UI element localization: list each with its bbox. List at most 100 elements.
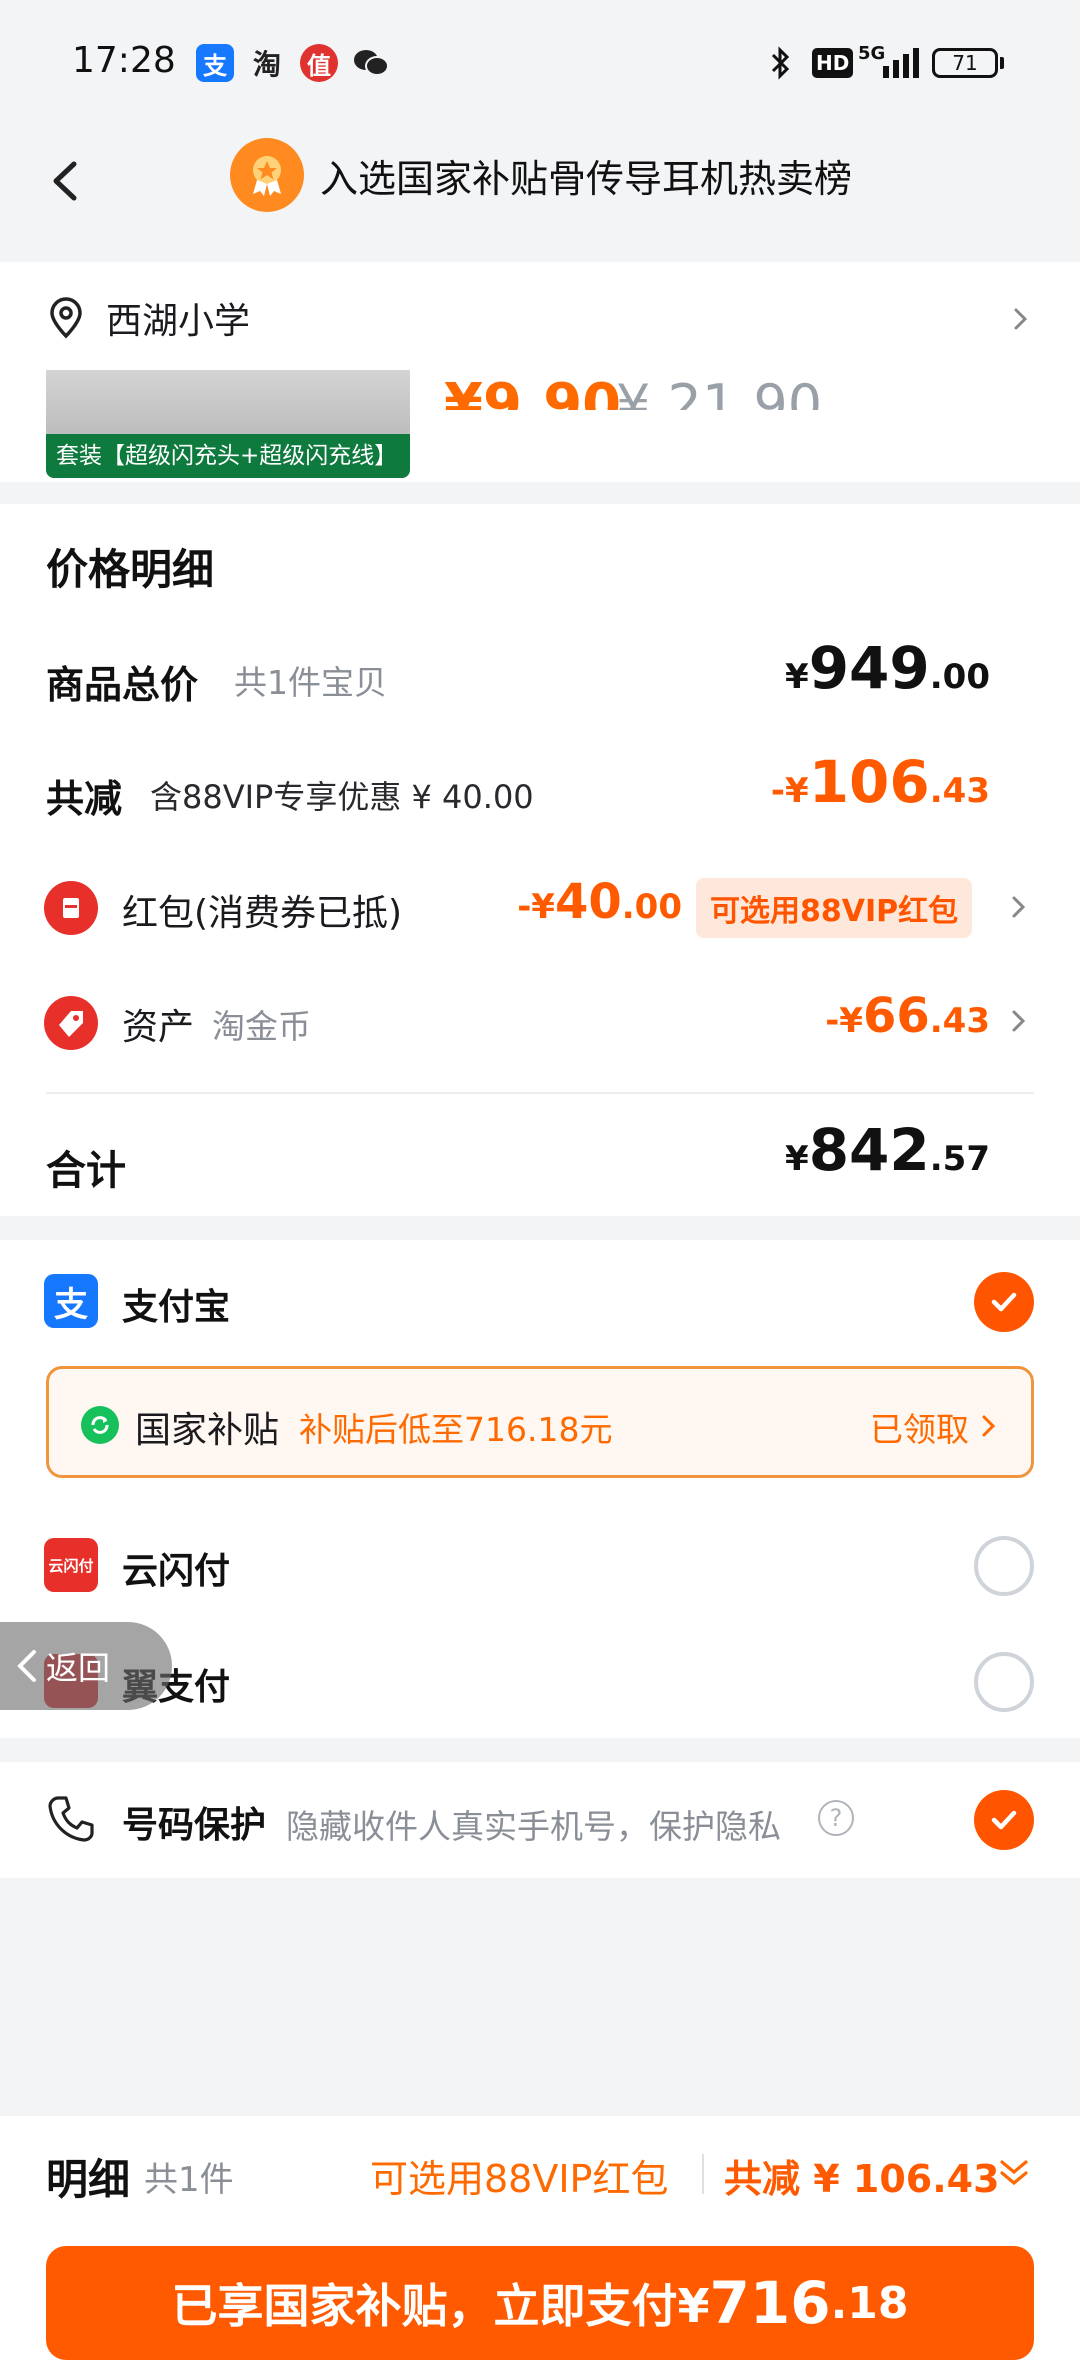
discount-amount: -¥106.43 bbox=[771, 748, 990, 816]
zhidemai-glyph: 值 bbox=[307, 51, 331, 80]
header-title[interactable]: 入选国家补贴骨传导耳机热卖榜 bbox=[320, 148, 852, 203]
chevron-left-icon bbox=[53, 161, 77, 201]
alipay-radio-checked[interactable] bbox=[974, 1272, 1034, 1332]
privacy-desc: 隐藏收件人真实手机号，保护隐私 bbox=[286, 1807, 781, 1846]
subsidy-detail: 补贴后低至716.18元 bbox=[299, 1410, 613, 1449]
back-button[interactable] bbox=[34, 146, 104, 216]
subsidy-status[interactable]: 已领取 bbox=[870, 1403, 969, 1451]
phone-icon bbox=[44, 1792, 98, 1850]
asset-int: 66 bbox=[862, 988, 930, 1044]
product-original-price: ¥ 21.90 bbox=[616, 373, 823, 410]
discount-currency: -¥ bbox=[770, 771, 809, 811]
award-badge-icon bbox=[230, 138, 304, 212]
zhidemai-icon: 值 bbox=[300, 44, 338, 82]
alipay-logo-icon: 支 bbox=[44, 1274, 98, 1328]
network-text: 5G bbox=[858, 42, 886, 64]
red-packet-amount: -¥40.00 bbox=[517, 874, 682, 930]
battery-icon: 71 bbox=[932, 44, 1004, 82]
unionpay-label[interactable]: 云闪付 bbox=[122, 1542, 230, 1594]
taobao-icon: 淘 bbox=[248, 44, 286, 82]
refresh-icon bbox=[81, 1406, 119, 1444]
status-time: 17:28 bbox=[72, 40, 176, 81]
bluetooth-icon bbox=[770, 44, 792, 82]
battery-level: 71 bbox=[952, 51, 978, 75]
pay-button-frac: .18 bbox=[830, 2277, 909, 2329]
product-row[interactable]: 套装【超级闪充头+超级闪充线】 ¥9.90 ¥ 21.90 bbox=[0, 370, 1080, 482]
alipay-glyph: 支 bbox=[203, 51, 227, 80]
signal-icon: 5G bbox=[858, 42, 920, 82]
address-chevron-icon[interactable] bbox=[1008, 306, 1034, 332]
red-packet-label[interactable]: 红包(消费券已抵) bbox=[122, 884, 402, 936]
sum-amount: ¥842.57 bbox=[785, 1116, 990, 1184]
hd-text: HD bbox=[816, 51, 850, 75]
detail-label[interactable]: 明细 bbox=[46, 2146, 130, 2207]
privacy-card: 号码保护 隐藏收件人真实手机号，保护隐私 ? bbox=[0, 1762, 1080, 1878]
check-icon bbox=[991, 1810, 1017, 1830]
sum-label: 合计 bbox=[46, 1148, 126, 1194]
floating-back-label: 返回 bbox=[46, 1649, 111, 1687]
total-int: 949 bbox=[808, 634, 930, 702]
location-pin-icon bbox=[44, 296, 88, 340]
asset-currency: -¥ bbox=[825, 1001, 863, 1041]
privacy-label: 号码保护 bbox=[122, 1805, 267, 1846]
unionpay-radio[interactable] bbox=[974, 1536, 1034, 1596]
taobao-glyph: 淘 bbox=[252, 48, 281, 81]
red-packet-icon bbox=[44, 881, 98, 935]
address-card: 西湖小学 套装【超级闪充头+超级闪充线】 ¥9.90 ¥ 21.90 bbox=[0, 262, 1080, 482]
total-label: 商品总价 bbox=[46, 663, 199, 707]
sum-int: 842 bbox=[808, 1116, 930, 1184]
double-chevron-down-icon[interactable] bbox=[996, 2156, 1032, 2194]
alipay-icon: 支 bbox=[196, 44, 234, 82]
discount-int: 106 bbox=[808, 748, 930, 816]
red-packet-chevron-icon[interactable] bbox=[1006, 894, 1032, 920]
product-tag: 套装【超级闪充头+超级闪充线】 bbox=[46, 434, 410, 478]
check-icon bbox=[991, 1292, 1017, 1312]
asset-sub: 淘金币 bbox=[212, 1007, 311, 1046]
pay-button-text: 已享国家补贴，立即支付¥ bbox=[171, 2279, 710, 2333]
bestpay-radio[interactable] bbox=[974, 1652, 1034, 1712]
tag-icon bbox=[44, 996, 98, 1050]
red-packet-int: 40 bbox=[554, 874, 622, 930]
discount-label: 共减 bbox=[46, 777, 123, 821]
product-price: ¥9.90 bbox=[444, 372, 622, 410]
hd-icon: HD bbox=[812, 48, 854, 78]
wechat-icon bbox=[352, 44, 390, 82]
page-header: 入选国家补贴骨传导耳机热卖榜 bbox=[0, 120, 1080, 260]
divider bbox=[46, 1092, 1034, 1094]
price-detail-title: 价格明细 bbox=[46, 545, 215, 594]
subsidy-label: 国家补贴 bbox=[135, 1410, 280, 1451]
status-bar: 17:28 支 淘 值 HD 5G 71 bbox=[0, 0, 1080, 120]
asset-chevron-icon[interactable] bbox=[1006, 1008, 1032, 1034]
red-packet-frac: .00 bbox=[621, 887, 682, 927]
total-currency: ¥ bbox=[785, 657, 809, 697]
checkout-footer: 明细 共1件 可选用88VIP红包 共减 ¥ 106.43 已享国家补贴，立即支… bbox=[0, 2116, 1080, 2376]
sum-currency: ¥ bbox=[785, 1139, 809, 1179]
vip-redpacket-pill[interactable]: 可选用88VIP红包 bbox=[696, 878, 973, 938]
footer-discount[interactable]: 共减 ¥ 106.43 bbox=[724, 2148, 1000, 2203]
total-sub: 共1件宝贝 bbox=[234, 663, 387, 702]
national-subsidy-banner[interactable]: 国家补贴 补贴后低至716.18元 已领取 bbox=[46, 1366, 1034, 1478]
product-photo bbox=[46, 370, 410, 434]
pay-now-button[interactable]: 已享国家补贴，立即支付¥ 716.18 bbox=[46, 2246, 1034, 2360]
help-icon[interactable]: ? bbox=[818, 1800, 854, 1836]
unionpay-logo-icon: 云闪付 bbox=[44, 1538, 98, 1592]
asset-amount: -¥66.43 bbox=[825, 988, 990, 1044]
footer-vip-hint[interactable]: 可选用88VIP红包 bbox=[370, 2148, 668, 2203]
product-image: 套装【超级闪充头+超级闪充线】 bbox=[46, 370, 410, 478]
discount-sub: 含88VIP专享优惠 ¥ 40.00 bbox=[150, 778, 534, 816]
red-packet-currency: -¥ bbox=[517, 887, 555, 927]
subsidy-chevron-icon bbox=[977, 1413, 1001, 1443]
chevron-left-icon bbox=[17, 1650, 36, 1682]
footer-divider bbox=[702, 2154, 704, 2194]
battery-body: 71 bbox=[932, 48, 998, 78]
total-frac: .00 bbox=[929, 657, 990, 697]
total-amount: ¥949.00 bbox=[785, 634, 990, 702]
address-text[interactable]: 西湖小学 bbox=[106, 292, 250, 344]
asset-label[interactable]: 资产 bbox=[122, 998, 194, 1050]
sum-frac: .57 bbox=[929, 1139, 990, 1179]
alipay-label[interactable]: 支付宝 bbox=[122, 1278, 230, 1330]
floating-back-button[interactable]: 返回 bbox=[0, 1622, 172, 1710]
privacy-radio-checked[interactable] bbox=[974, 1790, 1034, 1850]
pay-button-int: 716 bbox=[709, 2269, 831, 2337]
price-detail-card: 价格明细 商品总价 共1件宝贝 ¥949.00 共减 含88VIP专享优惠 ¥ … bbox=[0, 504, 1080, 1216]
